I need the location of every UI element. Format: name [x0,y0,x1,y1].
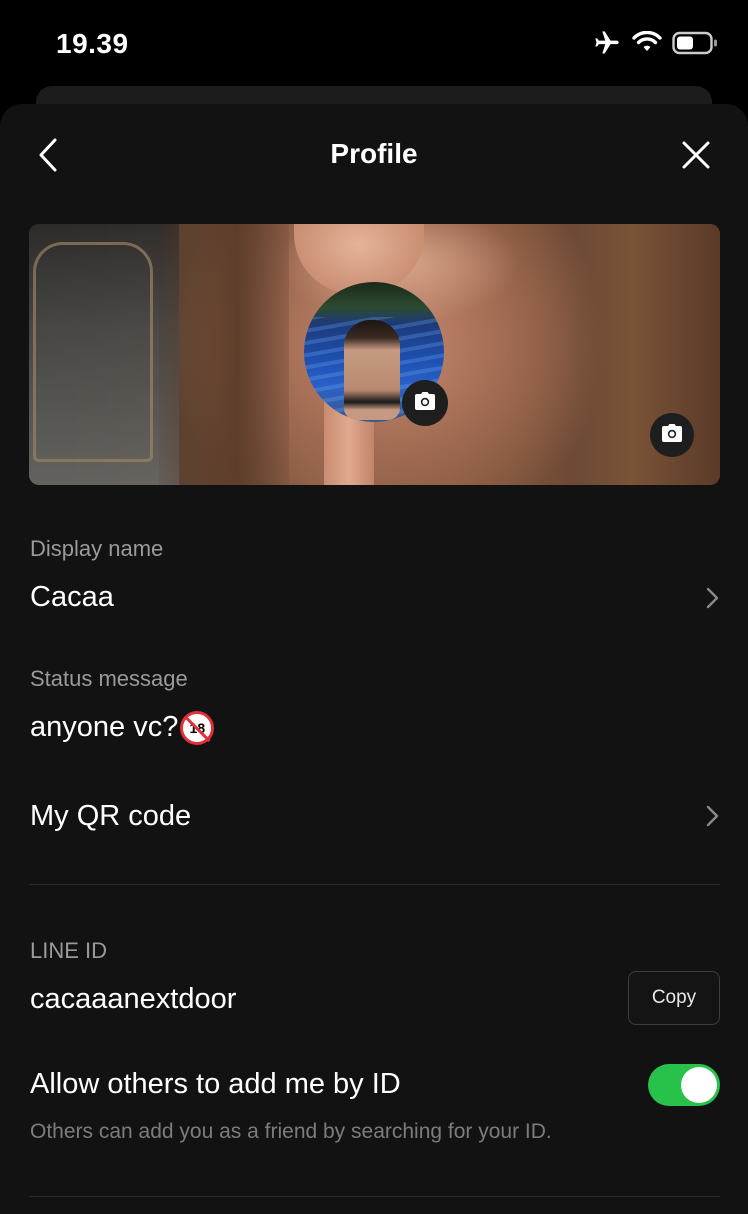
allow-add-label: Allow others to add me by ID [30,1068,401,1100]
allow-add-helper-text: Others can add you as a friend by search… [30,1120,552,1143]
status-message-label: Status message [30,666,188,691]
toggle-knob [681,1067,717,1103]
battery-icon [672,31,718,60]
camera-icon [661,423,683,448]
cover-photo-background [29,224,179,485]
close-icon [681,140,711,175]
chevron-right-icon [702,584,722,612]
close-button[interactable] [674,132,718,182]
status-message-value[interactable]: anyone vc? 18 [30,711,215,746]
display-name-label: Display name [30,536,164,561]
status-bar: 19.39 [0,0,748,90]
no-under-18-emoji: 18 [180,711,215,746]
page-title: Profile [330,138,418,169]
cover-camera-button[interactable] [650,413,694,457]
wifi-icon [632,30,662,60]
avatar-camera-button[interactable] [402,380,448,426]
divider [29,884,720,885]
allow-add-toggle[interactable] [648,1064,720,1106]
status-icons [592,30,718,60]
qr-code-label: My QR code [30,800,192,832]
line-id-value: cacaaanextdoor [30,983,237,1015]
copy-button[interactable]: Copy [628,971,720,1025]
status-time: 19.39 [56,28,129,59]
camera-icon [414,391,436,416]
status-message-text: anyone vc? [30,711,179,743]
divider [29,1196,720,1197]
profile-sheet: Profile Display name Cacaa Status messag… [0,104,748,1214]
display-name-value: Cacaa [30,581,114,613]
chevron-right-icon [702,802,722,830]
profile-avatar[interactable] [304,282,448,426]
line-id-label: LINE ID [30,938,108,963]
airplane-icon [592,29,622,62]
header: Profile [0,104,748,208]
